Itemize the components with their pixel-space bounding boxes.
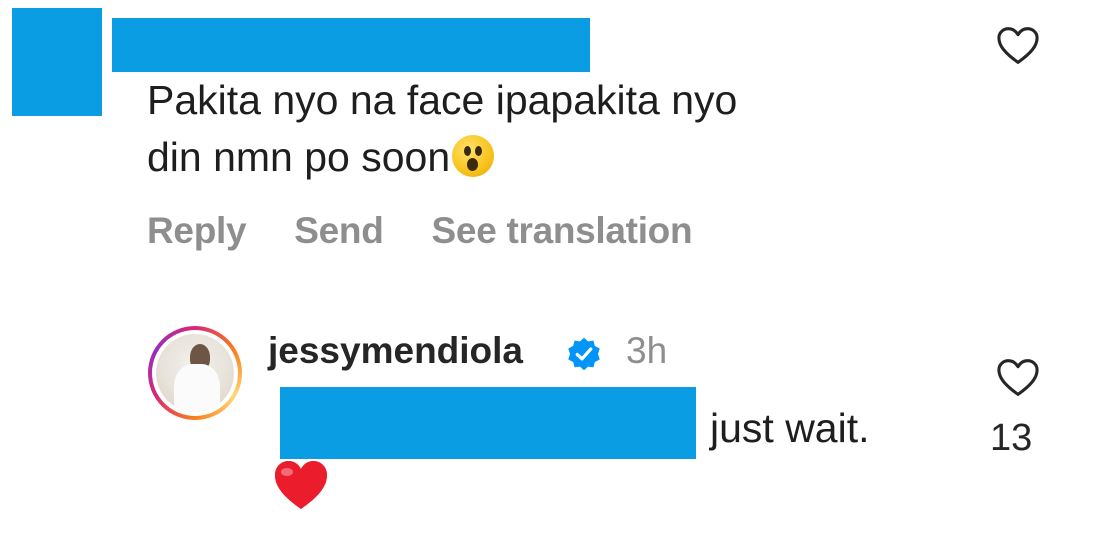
reply-username[interactable]: jessymendiola: [268, 326, 523, 376]
comment-actions: Reply Send See translation: [147, 206, 693, 256]
astonished-emoji-icon: [452, 135, 495, 177]
reply-button[interactable]: Reply: [147, 206, 247, 256]
see-translation-button[interactable]: See translation: [432, 206, 693, 256]
redacted-username: [112, 18, 590, 72]
comment-text: Pakita nyo na face ipapakita nyo din nmn…: [147, 72, 927, 186]
redacted-mention: [280, 387, 696, 459]
reply-text: just wait.: [710, 405, 870, 451]
comment-text-line-1: Pakita nyo na face ipapakita nyo: [147, 77, 738, 123]
verified-badge-icon: [568, 337, 600, 371]
heart-icon[interactable]: [996, 26, 1040, 66]
heart-icon[interactable]: [996, 358, 1040, 398]
comment-text-line-2: din nmn po soon: [147, 129, 927, 186]
red-heart-emoji-icon: [275, 461, 327, 509]
reply-timestamp: 3h: [626, 330, 668, 371]
avatar[interactable]: [148, 326, 242, 420]
like-count: 13: [990, 417, 1033, 459]
redacted-avatar: [12, 8, 102, 116]
comment-text-line-2-text: din nmn po soon: [147, 134, 451, 180]
send-button[interactable]: Send: [294, 206, 384, 256]
